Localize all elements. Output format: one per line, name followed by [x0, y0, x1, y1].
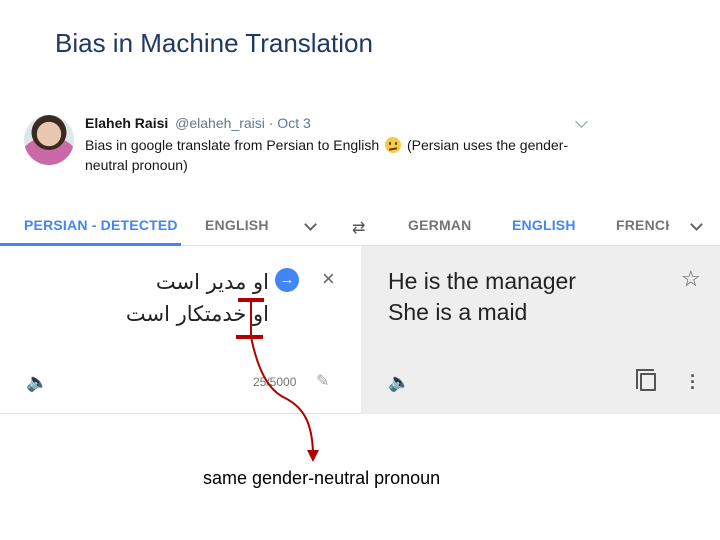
- tab-target-english[interactable]: ENGLISH: [512, 206, 576, 246]
- tweet-text: Bias in google translate from Persian to…: [85, 135, 585, 175]
- more-vert-icon[interactable]: · · ·: [690, 367, 696, 397]
- tweet-author-name[interactable]: Elaheh Raisi: [85, 115, 168, 131]
- close-icon[interactable]: ×: [322, 268, 335, 290]
- target-line-1: He is the manager: [388, 268, 576, 294]
- target-language-chevron-icon[interactable]: [690, 218, 703, 231]
- tab-source-english[interactable]: ENGLISH: [205, 206, 269, 246]
- avatar[interactable]: [24, 115, 74, 165]
- target-line-2: She is a maid: [388, 299, 528, 325]
- tweet-text-part-1: Bias in google translate from Persian to…: [85, 137, 380, 153]
- source-panel: او مدیر است او خدمتکار است → × 🔈 25/5000…: [0, 246, 361, 414]
- source-line-2: او خدمتکار است: [125, 302, 269, 326]
- chevron-down-icon[interactable]: [575, 115, 588, 128]
- source-language-chevron-icon[interactable]: [304, 218, 317, 231]
- source-text-input[interactable]: او مدیر است او خدمتکار است: [126, 266, 269, 330]
- swap-languages-icon[interactable]: ⇄: [352, 218, 365, 238]
- tab-german[interactable]: GERMAN: [408, 206, 471, 246]
- slide-title: Bias in Machine Translation: [55, 28, 373, 58]
- pencil-icon[interactable]: ✎: [316, 371, 329, 391]
- source-speaker-icon[interactable]: 🔈: [26, 372, 48, 393]
- language-tabs-bar: PERSIAN - DETECTED ENGLISH ⇄ GERMAN ENGL…: [0, 206, 720, 246]
- tab-persian-detected[interactable]: PERSIAN - DETECTED: [24, 206, 178, 246]
- rolling-eyes-emoji-icon: [385, 137, 402, 153]
- target-speaker-icon[interactable]: 🔈: [388, 372, 410, 393]
- character-count: 25/5000: [253, 375, 297, 389]
- tweet-handle-date[interactable]: @elaheh_raisi · Oct 3: [175, 115, 311, 131]
- tab-french[interactable]: FRENCH: [616, 206, 669, 246]
- copy-icon[interactable]: [636, 369, 656, 391]
- source-line-1: او مدیر است: [155, 270, 269, 294]
- annotation-caption: same gender-neutral pronoun: [203, 468, 441, 488]
- tweet-card: Elaheh Raisi @elaheh_raisi · Oct 3 Bias …: [24, 113, 599, 173]
- target-panel: He is the manager She is a maid ☆ 🔈 · · ·: [361, 246, 720, 414]
- star-icon[interactable]: ☆: [681, 266, 701, 292]
- annotation-arrowhead: [307, 450, 319, 462]
- tweet-header: Elaheh Raisi @elaheh_raisi · Oct 3: [85, 115, 311, 131]
- translation-output: He is the manager She is a maid: [388, 266, 576, 328]
- arrow-right-icon[interactable]: →: [275, 268, 299, 292]
